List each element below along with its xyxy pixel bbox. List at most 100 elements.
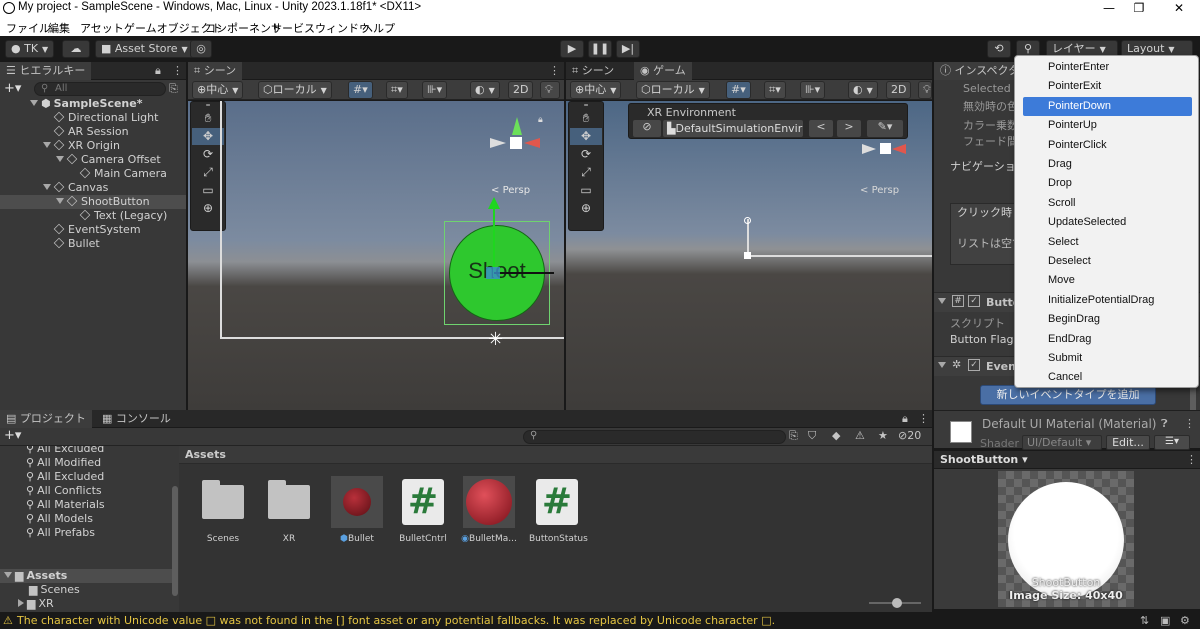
scene-options-icon[interactable]: ⎘ xyxy=(169,82,178,96)
cloud-button[interactable]: ☁ xyxy=(62,40,90,58)
hierarchy-item[interactable]: AR Session xyxy=(43,125,129,139)
more-icon[interactable]: ⋮ xyxy=(918,412,929,425)
shader-options-dropdown[interactable]: ☰▾ xyxy=(1154,435,1190,450)
hierarchy-item[interactable]: ⬢ SampleScene* xyxy=(30,97,142,111)
orientation-gizmo-2[interactable] xyxy=(860,139,916,163)
game-viewport[interactable]: ═ ✋︎ ✥ ⟳ ⤢ ▭ ⊕ XR Environment ⊘ ▙Default… xyxy=(566,101,932,410)
space-dropdown[interactable]: ⬡ローカル ▼ xyxy=(258,81,332,99)
xr-toggle-button[interactable]: ⊘ xyxy=(633,120,661,137)
close-button[interactable]: ✕ xyxy=(1164,0,1194,17)
gizmo-lock-icon[interactable]: 🔒︎ xyxy=(538,115,543,125)
tab-game[interactable]: ◉ ゲーム xyxy=(634,62,692,80)
increment-button[interactable]: ⊪▾ xyxy=(422,81,448,99)
hidden-packages-toggle[interactable]: ⊘20 xyxy=(898,429,921,442)
rotate-tool-icon[interactable]: ⟳ xyxy=(570,146,602,163)
collab-button[interactable]: ◎ xyxy=(190,40,212,58)
asset-tile[interactable]: ⬢Bullet xyxy=(329,476,385,544)
network-icon[interactable]: ⇅ xyxy=(1140,612,1149,629)
dropdown-option[interactable]: InitializePotentialDrag xyxy=(1015,291,1198,310)
dropdown-option[interactable]: Select xyxy=(1015,233,1198,252)
snap-increment-button[interactable]: ⌗▾ xyxy=(386,81,408,99)
2d-toggle-2[interactable]: 2D xyxy=(886,81,912,99)
favorite-search-item[interactable]: ⚲ All Excluded xyxy=(26,446,104,456)
dropdown-option[interactable]: PointerExit xyxy=(1015,77,1198,96)
space-dropdown-2[interactable]: ⬡ローカル ▼ xyxy=(636,81,710,99)
dropdown-option[interactable]: PointerDown xyxy=(1023,96,1192,116)
persp-label[interactable]: < Persp xyxy=(491,185,530,196)
breadcrumb-assets[interactable]: Assets xyxy=(185,448,226,461)
expand-icon[interactable] xyxy=(56,198,64,204)
minimize-button[interactable]: — xyxy=(1094,0,1124,17)
dropdown-option[interactable]: EndDrag xyxy=(1015,330,1198,349)
xr-tools-dropdown[interactable]: ✎▾ xyxy=(867,120,903,137)
gizmo-plane-handle[interactable] xyxy=(486,267,500,279)
dropdown-option[interactable]: UpdateSelected xyxy=(1015,213,1198,232)
enabled-checkbox[interactable]: ✓ xyxy=(968,295,980,307)
corner-handle[interactable] xyxy=(744,252,751,259)
settings-icon[interactable]: ⋮ xyxy=(1184,417,1195,430)
foldout-icon[interactable] xyxy=(938,359,949,372)
pause-button[interactable]: ❚❚ xyxy=(588,40,612,58)
label-icon[interactable]: ◆ xyxy=(832,429,840,442)
lock-icon[interactable]: 🔒︎ xyxy=(902,412,908,426)
dropdown-option[interactable]: Scroll xyxy=(1015,194,1198,213)
more-icon[interactable]: ⋮ xyxy=(172,64,183,77)
pivot-handle[interactable] xyxy=(744,217,751,224)
hierarchy-item[interactable]: XR Origin xyxy=(43,139,120,153)
hierarchy-item[interactable]: ShootButton xyxy=(56,195,150,209)
tree-scrollbar[interactable] xyxy=(172,486,178,596)
persp-label-2[interactable]: < Persp xyxy=(860,185,899,196)
gizmo-center-cube[interactable] xyxy=(880,143,891,154)
hierarchy-item[interactable]: Main Camera xyxy=(69,167,167,181)
help-icon[interactable]: ❓︎ xyxy=(1161,417,1168,431)
asset-store-button[interactable]: ■ Asset Store ▼ xyxy=(95,40,194,58)
asset-tile[interactable]: # BulletCntrl xyxy=(395,476,451,544)
grid-snap-button-2[interactable]: #▾ xyxy=(726,81,751,99)
dropdown-option[interactable]: PointerUp xyxy=(1015,116,1198,135)
tab-scene-2[interactable]: ⌗ シーン xyxy=(566,62,620,80)
gizmo-x-cone-icon[interactable] xyxy=(524,138,540,148)
project-tree-item[interactable]: ▆ Scenes xyxy=(18,583,80,597)
lighting-toggle-2[interactable]: 💡︎ xyxy=(918,81,932,99)
warning-filter-icon[interactable]: ⚠︎ xyxy=(855,429,865,442)
dropdown-option[interactable]: Submit xyxy=(1015,349,1198,368)
project-tree-item[interactable]: ▆Packages xyxy=(4,611,83,612)
hierarchy-item[interactable]: Camera Offset xyxy=(56,153,161,167)
dropdown-option[interactable]: BeginDrag xyxy=(1015,310,1198,329)
expand-icon[interactable] xyxy=(43,184,51,190)
project-tree-item[interactable]: ▆ XR xyxy=(18,597,54,611)
expand-icon[interactable] xyxy=(56,156,64,162)
gizmo-x-cone-icon[interactable] xyxy=(892,144,906,154)
add-object-button[interactable]: +▾ xyxy=(4,81,28,97)
preview-more-icon[interactable]: ⋮ xyxy=(1186,453,1197,466)
maximize-button[interactable]: ❐ xyxy=(1124,0,1154,17)
scene-viewport[interactable]: ═ ✋︎ ✥ ⟳ ⤢ ▭ ⊕ Shoot ✳ < Persp 🔒︎ xyxy=(188,101,564,410)
lighting-toggle[interactable]: 💡︎ xyxy=(540,81,560,99)
snap-increment-button-2[interactable]: ⌗▾ xyxy=(764,81,786,99)
gizmo-center-cube[interactable] xyxy=(510,137,522,149)
zoom-slider-thumb[interactable] xyxy=(892,598,902,608)
menu-help[interactable]: ヘルプ xyxy=(362,20,395,36)
search-by-type-icon[interactable]: ⎘ xyxy=(789,429,798,443)
create-asset-button[interactable]: +▾ xyxy=(4,428,21,443)
add-event-type-button[interactable]: 新しいイベントタイプを追加 xyxy=(980,385,1156,405)
preview-object-dropdown[interactable]: ShootButton ▾ xyxy=(940,453,1028,466)
project-search-input[interactable]: ⚲ xyxy=(523,430,786,444)
2d-toggle[interactable]: 2D xyxy=(508,81,534,99)
pivot-dropdown-2[interactable]: ⊕中心 ▼ xyxy=(570,81,622,99)
edit-shader-button[interactable]: Edit... xyxy=(1106,435,1150,450)
menu-services[interactable]: サービス xyxy=(271,20,315,36)
dropdown-option[interactable]: Move xyxy=(1015,271,1198,290)
favorite-search-item[interactable]: ⚲ All Modified xyxy=(26,456,101,470)
dropdown-option[interactable]: Drag xyxy=(1015,155,1198,174)
favorite-icon[interactable]: ★ xyxy=(878,429,888,442)
hierarchy-item[interactable]: Text (Legacy) xyxy=(69,209,167,223)
asset-tile[interactable]: ◉BulletMa... xyxy=(461,476,517,544)
favorite-search-item[interactable]: ⚲ All Materials xyxy=(26,498,105,512)
xr-environment-dropdown[interactable]: ▙DefaultSimulationEnvir ▼ xyxy=(663,120,803,137)
tab-hierarchy[interactable]: ☰ ヒエラルキー xyxy=(0,62,92,80)
rect-tool-icon[interactable]: ▭ xyxy=(570,182,602,199)
filter-type-icon[interactable]: ⛉ xyxy=(808,429,816,443)
asset-tile[interactable]: XR xyxy=(261,476,317,544)
gizmo-neg-x-cone-icon[interactable] xyxy=(862,144,876,154)
